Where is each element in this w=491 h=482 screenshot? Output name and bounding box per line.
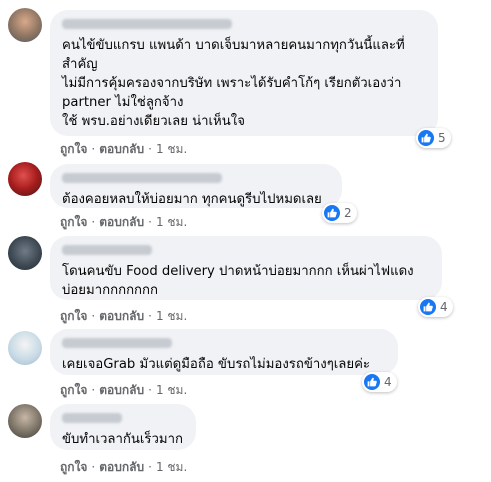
reaction-count-value: 4 [384, 375, 392, 389]
comment-text: ขับทำเวลากันเร็วมาก [62, 432, 183, 447]
separator-dot: · [148, 460, 152, 474]
reaction-count[interactable]: 5 [416, 128, 451, 148]
comment-bubble: คนไข้ขับแกรบ แพนด้า บาดเจ็บมาหลายคนมากทุ… [50, 10, 438, 136]
like-icon [420, 299, 436, 315]
separator-dot: · [148, 309, 152, 323]
comment-actions: ถูกใจ · ตอบกลับ · 1 ชม. [60, 458, 187, 477]
reply-link[interactable]: ตอบกลับ [99, 140, 144, 159]
comment-author-name[interactable] [62, 413, 122, 423]
reply-link[interactable]: ตอบกลับ [99, 307, 144, 326]
separator-dot: · [148, 215, 152, 229]
avatar[interactable] [8, 162, 42, 196]
reaction-count[interactable]: 4 [418, 297, 453, 317]
separator-dot: · [148, 142, 152, 156]
comment-bubble: ต้องคอยหลบให้บ่อยมาก ทุกคนดูรีบไปหมดเลย [50, 164, 342, 208]
reply-link[interactable]: ตอบกลับ [99, 458, 144, 477]
comment-timestamp[interactable]: 1 ชม. [156, 307, 187, 326]
comment-3: โดนคนขับ Food delivery ปาดหน้าบ่อยมากกก … [0, 230, 491, 325]
comment-timestamp[interactable]: 1 ชม. [156, 458, 187, 477]
comment-actions: ถูกใจ · ตอบกลับ · 1 ชม. [60, 307, 187, 326]
like-link[interactable]: ถูกใจ [60, 381, 87, 400]
comment-actions: ถูกใจ · ตอบกลับ · 1 ชม. [60, 381, 187, 400]
like-icon [324, 205, 340, 221]
separator-dot: · [91, 460, 96, 474]
separator-dot: · [148, 383, 152, 397]
comment-author-name[interactable] [62, 19, 232, 29]
comment-text: โดนคนขับ Food delivery ปาดหน้าบ่อยมากกก … [62, 264, 414, 298]
comment-author-name[interactable] [62, 338, 172, 348]
like-link[interactable]: ถูกใจ [60, 307, 87, 326]
comment-4: เคยเจอGrab มัวแต่ดูมือถือ ขับรถไม่มองรถข… [0, 325, 491, 400]
comment-author-name[interactable] [62, 245, 152, 255]
comment-author-name[interactable] [62, 173, 222, 183]
like-icon [364, 374, 380, 390]
separator-dot: · [91, 309, 96, 323]
comment-2: ต้องคอยหลบให้บ่อยมาก ทุกคนดูรีบไปหมดเลย … [0, 160, 491, 230]
reaction-count-value: 2 [344, 206, 352, 220]
comment-5: ขับทำเวลากันเร็วมาก ถูกใจ · ตอบกลับ · 1 ชม. [0, 400, 491, 482]
avatar[interactable] [8, 331, 42, 365]
like-icon [418, 130, 434, 146]
comment-bubble: เคยเจอGrab มัวแต่ดูมือถือ ขับรถไม่มองรถข… [50, 329, 398, 375]
avatar[interactable] [8, 236, 42, 270]
like-link[interactable]: ถูกใจ [60, 458, 87, 477]
reaction-count[interactable]: 4 [362, 372, 397, 392]
comment-bubble: โดนคนขับ Food delivery ปาดหน้าบ่อยมากกก … [50, 236, 442, 300]
avatar[interactable] [8, 8, 42, 42]
avatar[interactable] [8, 404, 42, 438]
comment-text: ต้องคอยหลบให้บ่อยมาก ทุกคนดูรีบไปหมดเลย [62, 192, 322, 207]
like-link[interactable]: ถูกใจ [60, 140, 87, 159]
comment-timestamp[interactable]: 1 ชม. [156, 381, 187, 400]
separator-dot: · [91, 383, 96, 397]
reply-link[interactable]: ตอบกลับ [99, 381, 144, 400]
comment-text: คนไข้ขับแกรบ แพนด้า บาดเจ็บมาหลายคนมากทุ… [62, 38, 405, 129]
comment-bubble: ขับทำเวลากันเร็วมาก [50, 404, 196, 450]
reaction-count-value: 5 [438, 131, 446, 145]
separator-dot: · [91, 142, 96, 156]
comment-1: คนไข้ขับแกรบ แพนด้า บาดเจ็บมาหลายคนมากทุ… [0, 0, 491, 160]
separator-dot: · [91, 215, 96, 229]
comment-actions: ถูกใจ · ตอบกลับ · 1 ชม. [60, 140, 187, 159]
reaction-count-value: 4 [440, 300, 448, 314]
comment-timestamp[interactable]: 1 ชม. [156, 140, 187, 159]
reaction-count[interactable]: 2 [322, 203, 357, 223]
comment-text: เคยเจอGrab มัวแต่ดูมือถือ ขับรถไม่มองรถข… [62, 357, 370, 372]
